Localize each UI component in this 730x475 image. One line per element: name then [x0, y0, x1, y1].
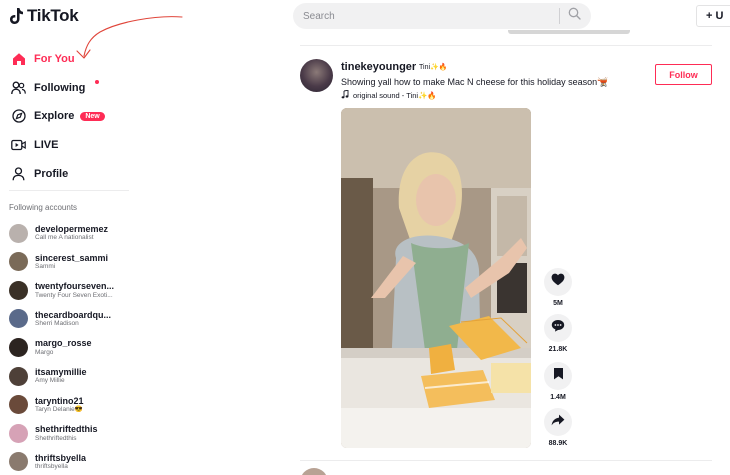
- following-accounts-title: Following accounts: [9, 203, 78, 212]
- like-button[interactable]: [544, 268, 572, 296]
- account-text: itsamymillie Amy Millie: [35, 367, 87, 385]
- account-username: thriftsbyella: [35, 452, 87, 463]
- account-text: sincerest_sammi Sammi: [35, 253, 108, 271]
- new-badge: New: [80, 111, 105, 121]
- avatar: [9, 423, 28, 443]
- following-account-item[interactable]: thecardboardqu... Sherri Madison: [9, 306, 139, 332]
- post-sound[interactable]: original sound - Tini✨🔥: [341, 89, 437, 101]
- avatar: [9, 366, 28, 386]
- account-text: taryntino21 Taryn Delanie😎: [35, 396, 84, 414]
- nav-label: Profile: [34, 168, 69, 180]
- account-display-name: Shethriftedthis: [35, 434, 77, 442]
- comment-action[interactable]: 21.8K: [543, 314, 573, 353]
- nav-live[interactable]: LIVE: [11, 134, 58, 156]
- account-text: developermemez Call me A nationalist: [35, 224, 108, 242]
- account-username: thecardboardqu...: [35, 309, 112, 320]
- like-count: 5M: [553, 300, 563, 307]
- account-text: thriftsbyella thriftsbyella: [35, 453, 86, 471]
- account-text: margo_rosse Margo: [35, 338, 92, 356]
- comment-icon: [551, 319, 565, 337]
- account-display-name: thriftsbyella: [35, 463, 68, 471]
- follow-button[interactable]: Follow: [655, 64, 712, 85]
- avatar: [9, 252, 28, 272]
- share-arrow-icon: [551, 413, 565, 431]
- save-count: 1.4M: [550, 394, 566, 401]
- following-account-item[interactable]: sincerest_sammi Sammi: [9, 249, 139, 275]
- account-username: developermemez: [35, 224, 109, 235]
- logo-text: TikTok: [27, 6, 79, 25]
- post-avatar[interactable]: [300, 59, 333, 92]
- following-account-item[interactable]: developermemez Call me A nationalist: [9, 220, 139, 246]
- previous-video-thumbnail[interactable]: [508, 30, 630, 34]
- following-account-item[interactable]: shethriftedthis Shethriftedthis: [9, 420, 139, 446]
- nav-label: LIVE: [34, 139, 59, 151]
- nav-label: Following: [34, 82, 86, 94]
- account-text: shethriftedthis Shethriftedthis: [35, 424, 98, 442]
- avatar: [9, 223, 28, 243]
- music-note-icon: [341, 89, 349, 101]
- video-frame: [341, 108, 531, 448]
- share-action[interactable]: 88.9K: [543, 408, 573, 447]
- account-display-name: Sammi: [35, 263, 56, 271]
- comment-button[interactable]: [544, 314, 572, 342]
- following-account-item[interactable]: taryntino21 Taryn Delanie😎: [9, 392, 139, 418]
- following-account-item[interactable]: margo_rosse Margo: [9, 334, 139, 360]
- nav-following[interactable]: Following: [11, 77, 99, 99]
- video-player[interactable]: [341, 108, 531, 448]
- following-account-item[interactable]: twentyfourseven... Twenty Four Seven Exot…: [9, 277, 139, 303]
- account-display-name: Taryn Delanie😎: [35, 406, 83, 414]
- account-text: twentyfourseven... Twenty Four Seven Exot…: [35, 281, 114, 299]
- sidebar: For You Following Explore New LIVE Profi…: [0, 32, 130, 475]
- account-username: taryntino21: [35, 395, 84, 406]
- share-count: 88.9K: [548, 440, 568, 447]
- bookmark-icon: [553, 367, 564, 385]
- following-account-item[interactable]: itsamymillie Amy Millie: [9, 363, 139, 389]
- heart-icon: [551, 273, 565, 291]
- avatar: [9, 337, 28, 357]
- account-display-name: Margo: [35, 348, 54, 356]
- next-post-avatar[interactable]: [300, 468, 328, 475]
- nav-for-you[interactable]: For You: [11, 48, 75, 70]
- avatar: [9, 395, 28, 415]
- like-action[interactable]: 5M: [543, 268, 573, 307]
- notification-dot: [95, 80, 99, 84]
- account-username: margo_rosse: [35, 338, 92, 349]
- nav-label: Explore: [34, 110, 75, 122]
- account-display-name: Twenty Four Seven Exoti...: [35, 291, 113, 299]
- post-caption: Showing yall how to make Mac N cheese fo…: [341, 77, 609, 87]
- live-icon: [11, 138, 26, 153]
- video-feed: tinekeyounger Tini✨🔥 Showing yall how to…: [300, 0, 715, 475]
- person-icon: [11, 167, 26, 182]
- post-username[interactable]: tinekeyounger: [341, 61, 416, 73]
- account-username: sincerest_sammi: [35, 252, 109, 263]
- avatar: [9, 280, 28, 300]
- save-action[interactable]: 1.4M: [543, 362, 573, 401]
- feed-divider: [300, 460, 712, 461]
- nav-explore[interactable]: Explore New: [11, 105, 105, 127]
- account-display-name: Sherri Madison: [35, 320, 79, 328]
- feed-divider: [300, 45, 712, 46]
- home-icon: [11, 52, 26, 67]
- save-button[interactable]: [544, 362, 572, 390]
- sound-label: original sound - Tini✨🔥: [353, 91, 437, 100]
- tiktok-note-icon: [9, 7, 24, 25]
- nav-label: For You: [34, 53, 75, 65]
- avatar: [9, 452, 28, 472]
- share-button[interactable]: [544, 408, 572, 436]
- account-text: thecardboardqu... Sherri Madison: [35, 310, 111, 328]
- sidebar-divider: [9, 190, 129, 191]
- avatar: [9, 309, 28, 329]
- following-icon: [11, 81, 26, 96]
- compass-icon: [11, 109, 26, 124]
- nav-profile[interactable]: Profile: [11, 163, 68, 185]
- account-username: itsamymillie: [35, 367, 87, 378]
- account-username: shethriftedthis: [35, 424, 98, 435]
- comment-count: 21.8K: [548, 346, 568, 353]
- account-display-name: Call me A nationalist: [35, 234, 94, 242]
- account-username: twentyfourseven...: [35, 281, 115, 292]
- account-display-name: Amy Millie: [35, 377, 65, 385]
- tiktok-logo[interactable]: TikTok: [9, 6, 79, 26]
- following-account-item[interactable]: thriftsbyella thriftsbyella: [9, 449, 139, 475]
- post-nickname[interactable]: Tini✨🔥: [419, 63, 447, 71]
